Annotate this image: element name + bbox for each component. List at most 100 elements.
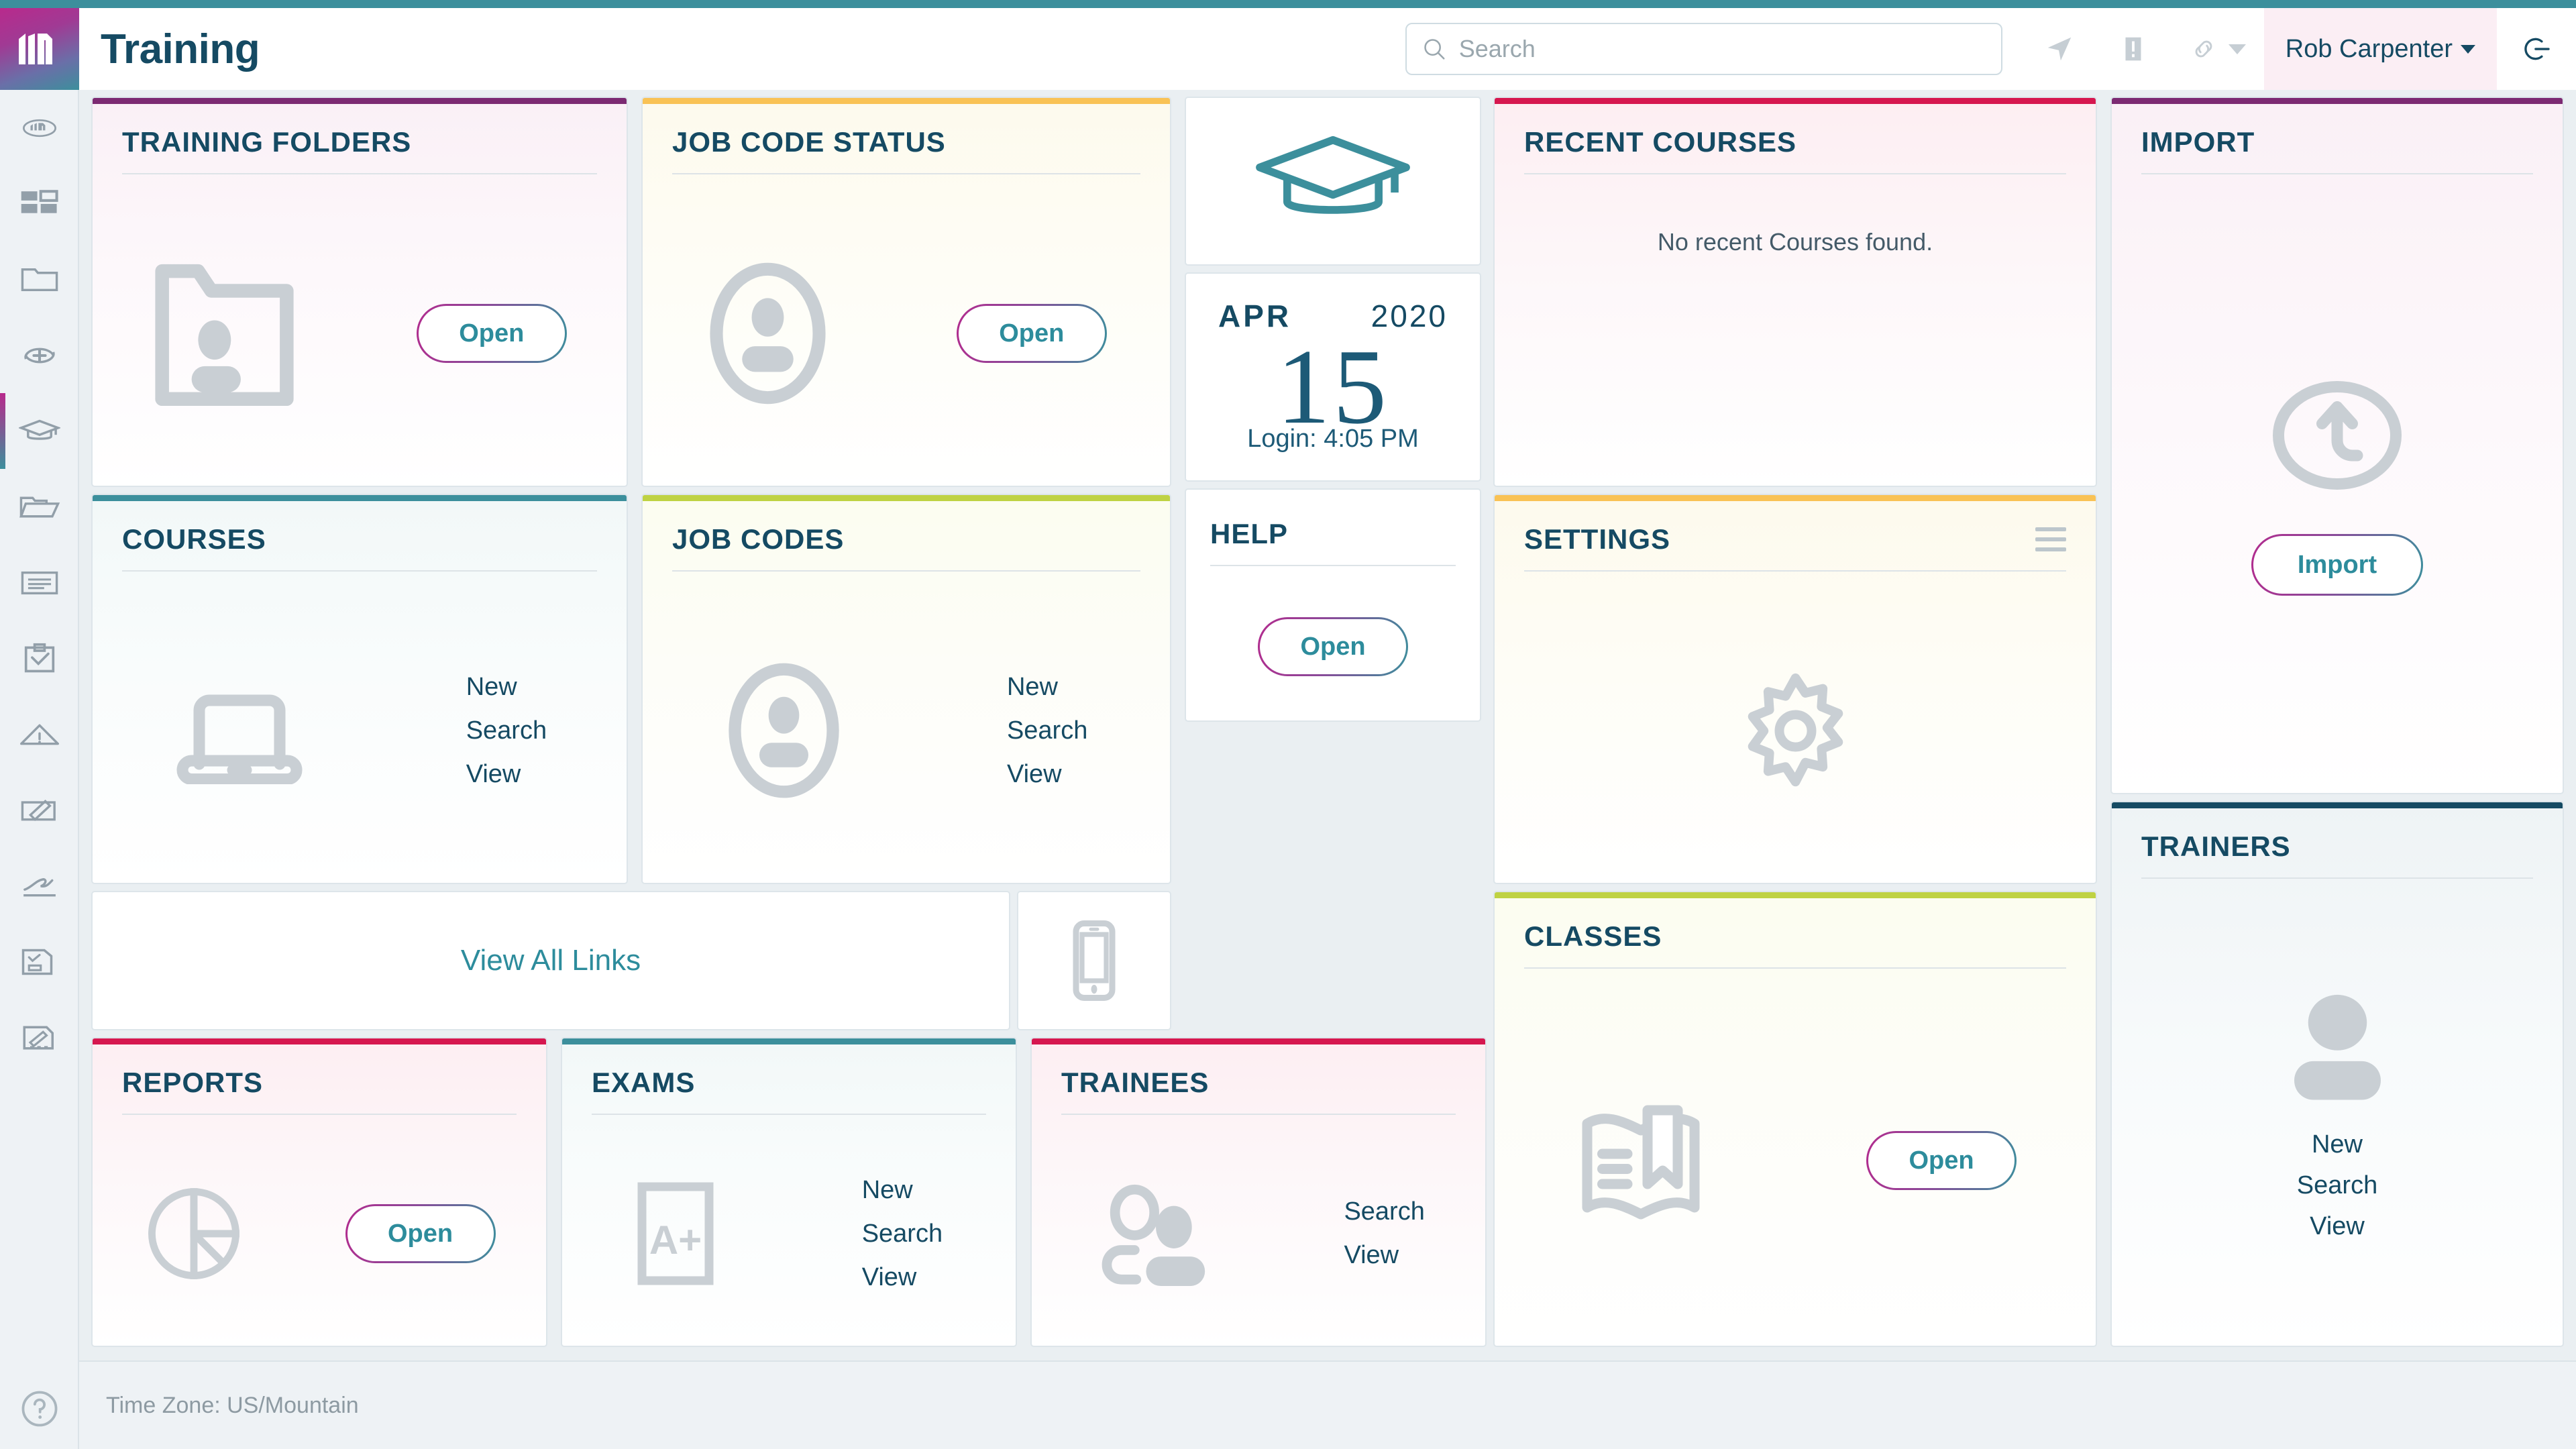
open-button[interactable]: Open <box>956 304 1107 363</box>
open-button[interactable]: Open <box>1258 617 1408 676</box>
footer: Time Zone: US/Mountain <box>79 1360 2576 1449</box>
card-accent-bar <box>2112 98 2563 104</box>
alerts-button[interactable] <box>2096 8 2170 90</box>
card-body <box>1495 578 2096 883</box>
sidebar-item-folders[interactable] <box>0 241 79 317</box>
card-accent-bar <box>93 98 627 104</box>
search-box[interactable] <box>1405 23 2002 75</box>
link-new[interactable]: New <box>1007 673 1087 702</box>
card-accent-bar <box>1495 892 2096 898</box>
card-body: Open <box>643 181 1170 486</box>
card-accent-bar <box>562 1038 1016 1044</box>
links-menu-button[interactable] <box>2170 8 2264 90</box>
card-divider <box>122 570 597 572</box>
m-logo-icon <box>19 34 52 64</box>
timezone-label: Time Zone: US/Mountain <box>106 1392 359 1418</box>
link-new[interactable]: New <box>2312 1130 2363 1159</box>
sidebar-item-form-check[interactable] <box>0 924 79 1000</box>
card-help: HELP Open <box>1185 488 1481 722</box>
import-button[interactable]: Import <box>2251 534 2423 596</box>
card-title: IMPORT <box>2141 126 2255 158</box>
card-divider <box>1524 967 2066 969</box>
card-body: New Search View <box>93 578 627 883</box>
card-body: New Search View <box>643 578 1170 883</box>
sidebar-item-training[interactable] <box>0 393 79 469</box>
folder-icon <box>21 268 58 291</box>
open-button[interactable]: Open <box>416 304 567 363</box>
open-button-label: Open <box>1868 1133 2015 1188</box>
open-button-label: Open <box>347 1206 494 1261</box>
link-view[interactable]: View <box>466 760 547 789</box>
card-accent-bar <box>1032 1038 1485 1044</box>
open-button[interactable]: Open <box>345 1204 496 1263</box>
card-accent-bar <box>93 495 627 501</box>
sidebar-item-clipboard[interactable] <box>0 621 79 696</box>
open-button-label: Open <box>418 306 565 361</box>
app-logo[interactable] <box>0 8 79 90</box>
link-new[interactable]: New <box>466 673 547 702</box>
sidebar-item-edit-document[interactable] <box>0 1000 79 1075</box>
link-new[interactable]: New <box>862 1176 943 1205</box>
card-divider <box>592 1114 986 1115</box>
card-body <box>1186 98 1480 264</box>
exams-links: New Search View <box>862 1176 943 1292</box>
link-search[interactable]: Search <box>2297 1171 2377 1200</box>
date-day: 15 <box>1277 327 1389 446</box>
link-view[interactable]: View <box>1344 1241 1424 1270</box>
sidebar-help-button[interactable] <box>0 1368 79 1449</box>
link-view[interactable]: View <box>1007 760 1087 789</box>
card-divider <box>1524 570 2066 572</box>
open-button[interactable]: Open <box>1866 1131 2017 1190</box>
search-icon <box>1424 39 1445 60</box>
link-search[interactable]: Search <box>1007 716 1087 745</box>
card-title: JOB CODE STATUS <box>672 126 946 158</box>
card-body: A+ New Search View <box>562 1122 1016 1346</box>
card-mobile[interactable] <box>1017 891 1171 1030</box>
card-classes: CLASSES Open <box>1493 891 2097 1347</box>
card-job-code-status: JOB CODE STATUS Open <box>641 97 1171 487</box>
card-exams: EXAMS A+ New Search View <box>561 1037 1017 1347</box>
sidebar-item-add-cycle[interactable] <box>0 317 79 393</box>
search-input[interactable] <box>1458 35 1986 63</box>
sidebar-item-documents[interactable] <box>0 545 79 621</box>
logout-button[interactable] <box>2497 8 2576 90</box>
card-divider <box>122 1114 517 1115</box>
power-icon <box>2524 38 2550 60</box>
card-divider <box>672 570 1140 572</box>
home-oval-icon <box>23 119 56 137</box>
view-all-links-label[interactable]: View All Links <box>93 892 1009 1029</box>
send-button[interactable] <box>2023 8 2096 90</box>
sidebar-item-file-folder[interactable] <box>0 469 79 545</box>
link-view[interactable]: View <box>2310 1212 2365 1241</box>
card-divider <box>2141 877 2533 879</box>
laptop-icon <box>176 694 303 784</box>
card-recent-courses: RECENT COURSES No recent Courses found. <box>1493 97 2097 487</box>
card-body: Search View <box>1032 1122 1485 1346</box>
sidebar-item-dashboard[interactable] <box>0 166 79 241</box>
signature-icon <box>23 877 56 896</box>
link-view[interactable]: View <box>862 1263 943 1292</box>
card-trainees: TRAINEES Search View <box>1030 1037 1487 1347</box>
card-accent-bar <box>643 495 1170 501</box>
card-body: Open <box>93 181 627 486</box>
warning-triangle-icon <box>20 724 59 745</box>
card-divider <box>1061 1114 1456 1115</box>
import-button-label: Import <box>2253 536 2421 594</box>
login-time: Login: 4:05 PM <box>1247 425 1419 453</box>
card-title: JOB CODES <box>672 523 845 555</box>
link-search[interactable]: Search <box>1344 1197 1424 1226</box>
sidebar-item-edit-note[interactable] <box>0 772 79 848</box>
user-menu[interactable]: Rob Carpenter <box>2263 8 2497 90</box>
chevron-down-icon <box>2228 44 2246 54</box>
card-job-codes: JOB CODES New Search View <box>641 494 1171 884</box>
settings-menu-button[interactable] <box>2035 527 2066 557</box>
link-search[interactable]: Search <box>862 1220 943 1248</box>
open-button-label: Open <box>958 306 1105 361</box>
sidebar-item-home[interactable] <box>0 90 79 166</box>
link-search[interactable]: Search <box>466 716 547 745</box>
card-date-widget: APR 2020 15 Login: 4:05 PM <box>1185 272 1481 482</box>
sidebar-item-signature[interactable] <box>0 848 79 924</box>
sidebar-item-alerts[interactable] <box>0 696 79 772</box>
top-accent-strip <box>0 0 2576 8</box>
card-view-all-links[interactable]: View All Links <box>91 891 1010 1030</box>
